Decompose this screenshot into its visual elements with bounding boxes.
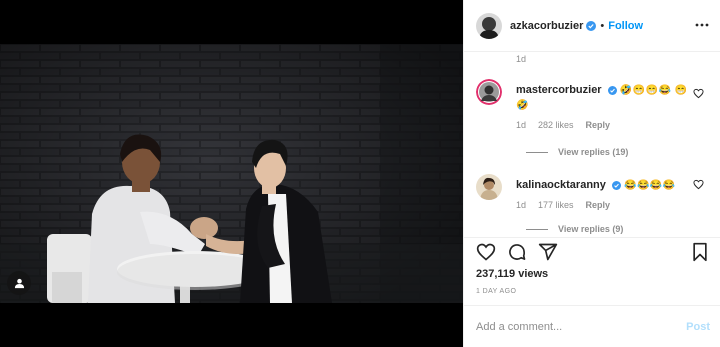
comment-body: kalinaocktaranny 😂😂😂😂 — [516, 178, 696, 193]
commenter-username[interactable]: mastercorbuzier — [516, 84, 602, 96]
heart-icon[interactable] — [476, 242, 496, 262]
comment-time: 1d — [516, 200, 527, 210]
view-count[interactable]: 237,119 views — [476, 268, 548, 280]
person-tag-icon — [14, 278, 24, 288]
reply-button[interactable]: Reply — [586, 200, 611, 210]
post-video[interactable] — [0, 0, 463, 347]
previous-comment-time: 1d — [516, 54, 527, 64]
comment-text: 😂😂😂😂 — [624, 180, 676, 191]
commenter-avatar[interactable] — [476, 174, 502, 200]
action-bar: 237,119 views 1 DAY AGO — [464, 237, 720, 305]
tagged-users-button[interactable] — [7, 271, 31, 295]
bookmark-icon[interactable] — [690, 242, 710, 262]
comment-likes[interactable]: 282 likes — [538, 120, 574, 130]
instagram-post: azkacorbuzier • Follow 1d mastercorbuzie… — [0, 0, 720, 347]
commenter-avatar-image — [476, 79, 502, 105]
comment-like-icon[interactable] — [693, 88, 704, 99]
comment-meta: 1d 282 likes Reply — [516, 120, 610, 130]
comment-composer: Post — [464, 305, 720, 347]
comment-time: 1d — [516, 120, 527, 130]
share-icon[interactable] — [538, 242, 558, 262]
video-frame — [0, 44, 463, 303]
author-avatar[interactable] — [476, 12, 502, 39]
replies-divider — [526, 228, 548, 230]
commenter-username[interactable]: kalinaocktaranny — [516, 179, 606, 191]
author-avatar-image — [476, 12, 502, 39]
comments-list[interactable]: 1d mastercorbuzier 🤣😁😁😂 😁🤣 1d 282 likes … — [464, 52, 720, 237]
follow-button[interactable]: Follow — [608, 20, 643, 32]
comment-likes[interactable]: 177 likes — [538, 200, 574, 210]
comment-meta: 1d 177 likes Reply — [516, 200, 610, 210]
reply-button[interactable]: Reply — [586, 120, 611, 130]
post-comment-button[interactable]: Post — [686, 321, 710, 333]
view-replies-button[interactable]: View replies (19) — [526, 147, 628, 157]
view-replies-label: View replies (9) — [558, 224, 624, 234]
comment-input[interactable] — [476, 320, 666, 333]
author-username[interactable]: azkacorbuzier — [510, 20, 583, 32]
post-header: azkacorbuzier • Follow — [464, 0, 720, 52]
verified-badge-icon — [586, 20, 597, 31]
comment-like-icon[interactable] — [693, 179, 704, 190]
view-replies-button[interactable]: View replies (9) — [526, 224, 623, 234]
post-side-panel: azkacorbuzier • Follow 1d mastercorbuzie… — [463, 0, 720, 347]
post-date[interactable]: 1 DAY AGO — [476, 288, 516, 295]
verified-badge-icon — [607, 86, 617, 95]
replies-divider — [526, 151, 548, 153]
view-replies-label: View replies (19) — [558, 147, 629, 157]
comment-body: mastercorbuzier 🤣😁😁😂 😁🤣 — [516, 83, 696, 113]
commenter-avatar-image — [476, 174, 502, 200]
verified-badge-icon — [611, 181, 621, 190]
more-options-icon[interactable] — [695, 18, 709, 32]
separator-dot: • — [600, 19, 605, 32]
commenter-avatar[interactable] — [476, 79, 502, 105]
comment-icon[interactable] — [507, 242, 527, 262]
